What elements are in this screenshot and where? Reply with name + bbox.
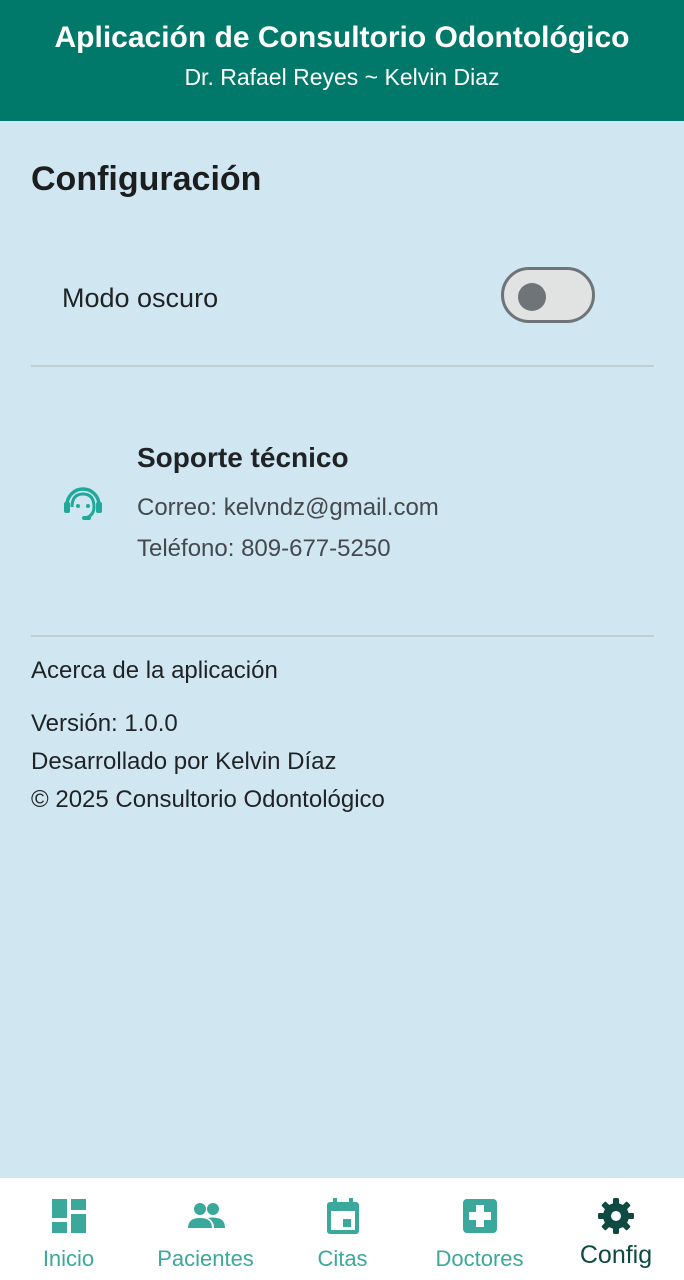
toggle-knob — [518, 283, 546, 311]
people-icon — [187, 1203, 225, 1228]
nav-label: Pacientes — [157, 1246, 254, 1271]
nav-label: Citas — [317, 1246, 368, 1271]
nav-item-inicio[interactable]: Inicio — [0, 1178, 137, 1280]
page-title: Configuración — [31, 160, 262, 198]
app-header: Aplicación de Consultorio Odontológico D… — [0, 0, 684, 121]
gear-icon — [598, 1198, 634, 1234]
medical-cross-icon — [462, 1199, 497, 1233]
about-developer: Desarrollado por Kelvin Díaz — [31, 748, 337, 775]
support-title: Soporte técnico — [137, 442, 349, 473]
divider — [31, 365, 654, 367]
nav-label: Inicio — [42, 1246, 95, 1271]
about-version: Versión: 1.0.0 — [31, 710, 178, 737]
nav-label: Config — [579, 1241, 653, 1269]
dark-mode-toggle[interactable] — [501, 267, 595, 323]
support-phone[interactable]: Teléfono: 809-677-5250 — [137, 533, 391, 565]
nav-item-config[interactable]: Config — [548, 1178, 684, 1280]
divider — [31, 635, 654, 637]
nav-item-citas[interactable]: Citas — [274, 1178, 411, 1280]
dark-mode-label: Modo oscuro — [62, 283, 219, 313]
support-email[interactable]: Correo: kelvndz@gmail.com — [137, 492, 439, 524]
nav-item-pacientes[interactable]: Pacientes — [137, 1178, 274, 1280]
about-title: Acerca de la aplicación — [31, 657, 278, 684]
calendar-icon — [326, 1198, 359, 1234]
app-subtitle: Dr. Rafael Reyes ~ Kelvin Diaz — [184, 64, 500, 90]
about-copyright: © 2025 Consultorio Odontológico — [31, 786, 385, 813]
nav-label: Doctores — [435, 1246, 524, 1271]
bottom-navigation: Inicio Pacientes Citas Doctores Config — [0, 1178, 684, 1280]
dashboard-icon — [51, 1199, 86, 1233]
dark-mode-setting-row: Modo oscuro — [31, 258, 654, 338]
app-title: Aplicación de Consultorio Odontológico — [54, 21, 630, 54]
support-agent-icon — [64, 487, 102, 520]
nav-item-doctores[interactable]: Doctores — [411, 1178, 548, 1280]
